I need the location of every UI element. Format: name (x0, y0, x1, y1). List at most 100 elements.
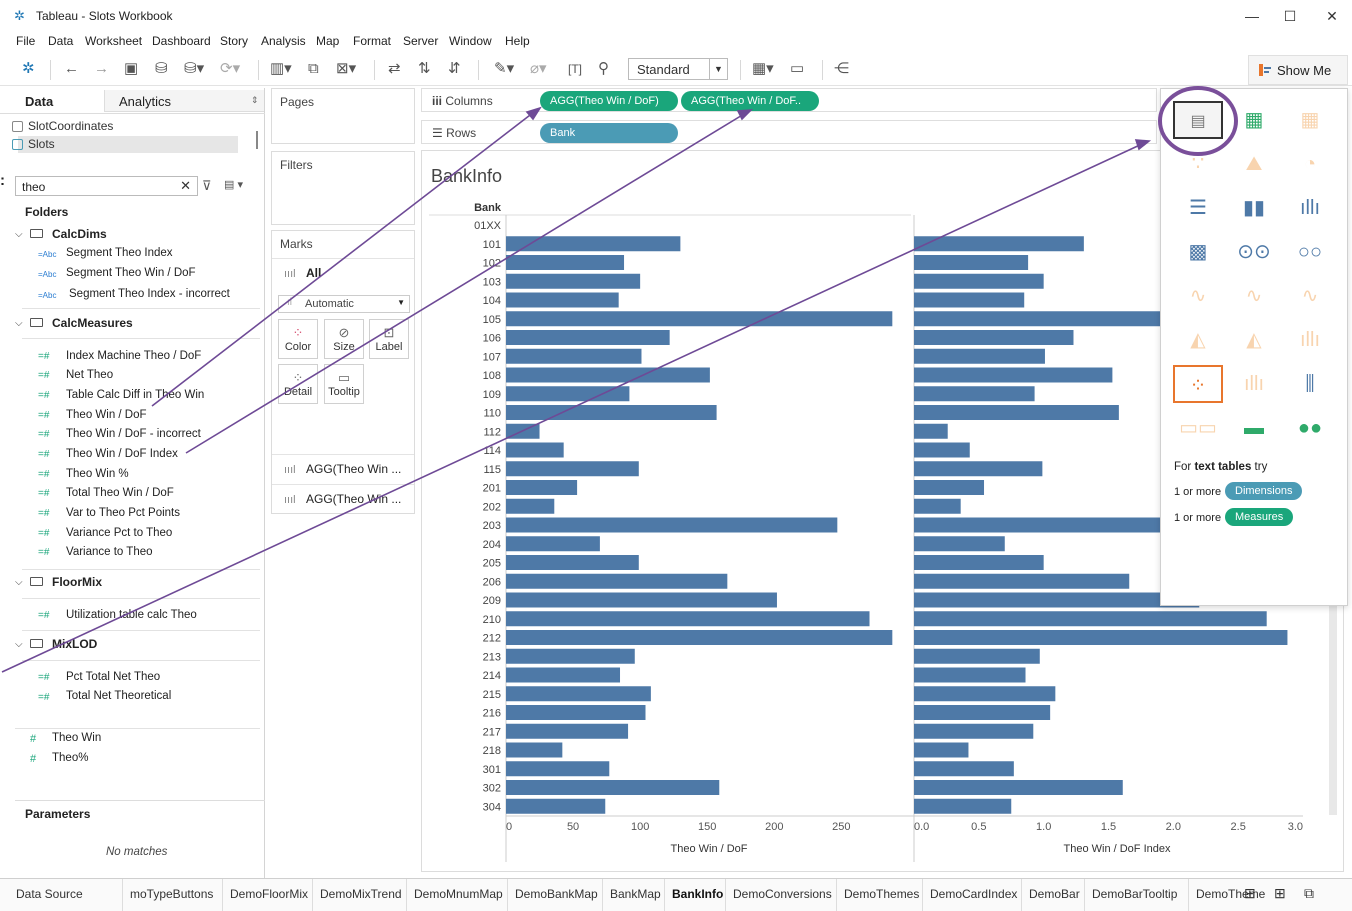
chevron-down-icon[interactable]: ⌵ (15, 318, 23, 329)
row-pill[interactable]: Bank (540, 123, 678, 143)
marks-sub-1[interactable]: AGG(Theo Win ... (306, 462, 401, 476)
packed-bubbles-icon[interactable]: ●● (1285, 409, 1335, 447)
field-item[interactable]: Net Theo (66, 369, 113, 381)
pin-icon[interactable]: ⚲ (598, 60, 609, 78)
pie-chart-icon[interactable]: ◔ (1285, 145, 1335, 183)
sort-desc-icon[interactable]: ⇵ (448, 60, 461, 78)
sheet-tab[interactable]: DemoBar (1029, 887, 1080, 901)
highlight-table-icon[interactable]: ▦ (1285, 101, 1335, 139)
minimize-button[interactable]: — (1232, 4, 1272, 28)
field-item[interactable]: Variance to Theo (66, 546, 153, 558)
sheet-tab[interactable]: BankInfo (672, 887, 723, 901)
menu-story[interactable]: Story (220, 34, 248, 48)
histogram-icon[interactable]: ıllı (1229, 365, 1279, 403)
filter-icon[interactable]: ⊽ (202, 178, 212, 194)
show-me-button[interactable]: Show Me (1248, 55, 1348, 85)
chevron-down-icon[interactable]: ⌵ (15, 229, 23, 240)
sheet-tab[interactable]: DemoThemes (844, 887, 919, 901)
dual-lines-icon[interactable]: ∿ (1285, 277, 1335, 315)
field-item[interactable]: Total Theo Win / DoF (66, 487, 174, 499)
field-item[interactable]: Theo Win / DoF - incorrect (66, 428, 201, 440)
field-item[interactable]: Utilization table calc Theo (66, 609, 197, 621)
tab-analytics[interactable]: Analytics ⇕ (104, 90, 264, 112)
field-item[interactable]: Var to Theo Pct Points (66, 507, 180, 519)
group-icon[interactable]: ⌀▾ (530, 60, 547, 78)
highlight-icon[interactable]: ✎▾ (494, 60, 514, 78)
save-icon[interactable]: ▣ (124, 60, 138, 78)
show-cards-icon[interactable]: ▦▾ (752, 60, 774, 78)
sheet-tab[interactable]: DemoBankMap (515, 887, 598, 901)
show-labels-icon[interactable]: [T] (568, 60, 582, 78)
menu-help[interactable]: Help (505, 34, 530, 48)
sheet-tab[interactable]: DemoFloorMix (230, 887, 308, 901)
folder-calcmeasures[interactable]: CalcMeasures (52, 316, 133, 330)
tab-data[interactable]: Data (0, 90, 104, 112)
marks-all[interactable]: All (306, 266, 321, 280)
menu-server[interactable]: Server (403, 34, 438, 48)
menu-worksheet[interactable]: Worksheet (85, 34, 142, 48)
marks-sub-2[interactable]: AGG(Theo Win ... (306, 492, 401, 506)
symbol-map-icon[interactable]: ∵ (1173, 145, 1223, 183)
sheet-tab[interactable]: DemoMnumMap (414, 887, 503, 901)
column-pill[interactable]: AGG(Theo Win / DoF.. (681, 91, 819, 111)
side-by-side-bars-icon[interactable]: ıllı (1285, 189, 1335, 227)
new-datasource-icon[interactable]: ⛁ (155, 60, 168, 78)
field-item[interactable]: Table Calc Diff in Theo Win (66, 389, 204, 401)
filters-card[interactable]: Filters (271, 151, 415, 225)
menu-format[interactable]: Format (353, 34, 391, 48)
detail-button[interactable]: ⁘ Detail (278, 364, 318, 404)
field-item[interactable]: Index Machine Theo / DoF (66, 350, 201, 362)
new-dashboard-icon[interactable]: ⊞ (1274, 885, 1286, 902)
sort-asc-icon[interactable]: ⇅ (418, 60, 431, 78)
swap-icon[interactable]: ⇄ (388, 60, 401, 78)
field-item[interactable]: Segment Theo Index (66, 247, 173, 259)
new-worksheet-icon[interactable]: ⊞ (1244, 885, 1256, 902)
column-pill[interactable]: AGG(Theo Win / DoF) (540, 91, 678, 111)
share-icon[interactable]: ⋲ (834, 60, 849, 78)
back-icon[interactable]: ← (64, 60, 79, 78)
menu-map[interactable]: Map (316, 34, 339, 48)
new-story-icon[interactable]: ⧉ (1304, 885, 1314, 902)
side-by-side-circles-icon[interactable]: ○○ (1285, 233, 1335, 271)
clear-search-icon[interactable]: ✕ (180, 178, 191, 194)
pane-menu-icon[interactable]: ⇕ (251, 95, 259, 106)
field-item[interactable]: Theo Win / DoF Index (66, 448, 178, 460)
filled-map-icon[interactable]: ⛰ (1229, 145, 1279, 183)
close-button[interactable]: ✕ (1312, 4, 1352, 28)
sheet-tab[interactable]: DemoMixTrend (320, 887, 402, 901)
sheet-tab[interactable]: DemoCardIndex (930, 887, 1017, 901)
tooltip-button[interactable]: ▭ Tooltip (324, 364, 364, 404)
datasource-item[interactable]: SlotCoordinates (28, 119, 113, 133)
area-discrete-icon[interactable]: ◭ (1229, 321, 1279, 359)
chevron-down-icon[interactable]: ⌵ (15, 639, 23, 650)
box-whisker-icon[interactable]: ⫼ (1285, 365, 1335, 403)
clear-sheet-icon[interactable]: ⊠▾ (336, 60, 356, 78)
stacked-bars-icon[interactable]: ▮▮ (1229, 189, 1279, 227)
folder-floormix[interactable]: FloorMix (52, 575, 102, 589)
lines-discrete-icon[interactable]: ∿ (1229, 277, 1279, 315)
scatter-plot-icon[interactable]: ⁘ (1173, 365, 1223, 403)
refresh-icon[interactable]: ⟳▾ (220, 60, 240, 78)
new-worksheet-icon[interactable]: ▥▾ (270, 60, 292, 78)
rows-shelf[interactable]: ☰ Rows (421, 120, 1157, 144)
menu-file[interactable]: File (16, 34, 35, 48)
field-item[interactable]: Theo% (52, 752, 88, 764)
fit-dropdown[interactable]: Standard ▼ (628, 58, 728, 80)
menu-data[interactable]: Data (48, 34, 73, 48)
size-button[interactable]: ⊘ Size (324, 319, 364, 359)
heat-map-icon[interactable]: ▦ (1229, 101, 1279, 139)
lines-continuous-icon[interactable]: ∿ (1173, 277, 1223, 315)
field-item[interactable]: Theo Win / DoF (66, 409, 147, 421)
text-table-icon[interactable]: ▤ (1173, 101, 1223, 139)
sheet-tab[interactable]: DemoBarTooltip (1092, 887, 1177, 901)
field-item[interactable]: Theo Win % (66, 468, 129, 480)
color-button[interactable]: ⁘ Color (278, 319, 318, 359)
label-button[interactable]: ⊡ Label (369, 319, 409, 359)
area-continuous-icon[interactable]: ◭ (1173, 321, 1223, 359)
view-options-icon[interactable]: ▤ ▾ (224, 178, 243, 191)
search-input[interactable]: theo ✕ (15, 176, 198, 196)
sheet-tab[interactable]: DemoConversions (733, 887, 832, 901)
menu-window[interactable]: Window (449, 34, 492, 48)
field-item[interactable]: Total Net Theoretical (66, 690, 171, 702)
folder-calcdims[interactable]: CalcDims (52, 227, 107, 241)
